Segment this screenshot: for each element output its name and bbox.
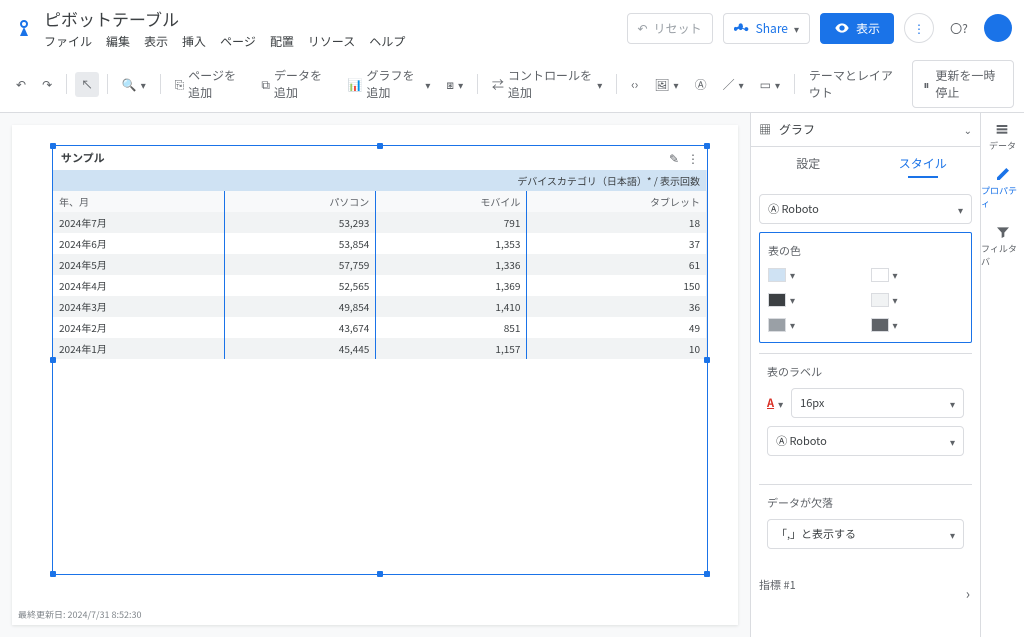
section-table-colors: 表の色 [768,243,963,259]
image-button[interactable]: 🖼▾ [648,72,684,97]
font-dropdown[interactable]: Ⓐ Roboto▾ [759,194,972,224]
section-metric-1: 指標 #1 [759,577,972,593]
doc-title[interactable]: ピボットテーブル [44,6,619,31]
column-group-header: デバイスカテゴリ（日本語）* / 表示回数 [53,170,707,191]
collapse-panel-icon[interactable]: › [966,584,970,604]
label-font-dropdown[interactable]: Ⓐ Roboto▾ [767,426,964,456]
zoom-button[interactable]: 🔍▾ [116,72,152,97]
table-row: 2024年5月57,7591,33661 [53,254,707,275]
menu-insert[interactable]: 挿入 [182,33,206,50]
undo-button[interactable]: ↶ [10,72,32,97]
border-color[interactable]: ▾ [871,317,964,332]
rail-properties[interactable]: プロパティ [981,166,1024,210]
missing-data-dropdown[interactable]: 「,」と表示する▾ [767,519,964,549]
section-missing-data: データが欠落 [767,495,964,511]
rail-data[interactable]: データ [989,121,1016,152]
menu-arrange[interactable]: 配置 [270,33,294,50]
section-table-labels: 表のラベル [767,364,964,380]
selected-component[interactable]: ✎ ⋮ サンプル デバイスカテゴリ（日本語）* / 表示回数 年、月 パソコン … [52,145,708,575]
edit-icon[interactable]: ✎ [669,150,679,167]
chart-type-icon[interactable]: ▦ [759,121,771,138]
add-data-button[interactable]: ⧉ データを追加 [255,63,337,105]
app-logo [12,16,36,40]
table-row: 2024年2月43,67485149 [53,317,707,338]
table-row: 2024年6月53,8541,35337 [53,233,707,254]
more-button[interactable]: ⋮ [904,13,934,43]
add-page-button[interactable]: ⎘ ページを追加 [169,63,252,105]
label-color[interactable]: A▾ [767,388,783,418]
help-button[interactable]: 〇? [944,13,974,43]
highlight-color[interactable]: ▾ [768,317,861,332]
label-size-dropdown[interactable]: 16px▾ [791,388,964,418]
select-tool[interactable]: ↖ [75,72,99,97]
pivot-table: デバイスカテゴリ（日本語）* / 表示回数 年、月 パソコン モバイル タブレッ… [53,170,707,359]
odd-row-color[interactable]: ▾ [768,292,861,307]
menu-help[interactable]: ヘルプ [369,33,405,50]
even-row-color[interactable]: ▾ [871,292,964,307]
pause-updates-button[interactable]: ⏸ 更新を一時停止 [912,60,1014,108]
avatar[interactable] [984,14,1012,42]
rail-filters[interactable]: フィルタバ [981,224,1024,268]
tab-style[interactable]: スタイル [866,147,981,186]
embed-button[interactable]: ‹› [625,72,644,97]
shape-button[interactable]: ▭▾ [754,72,786,97]
share-button[interactable]: Share▾ [723,13,810,44]
tab-setup[interactable]: 設定 [751,147,866,186]
theme-button[interactable]: テーマとレイアウト [803,63,905,105]
community-viz-button[interactable]: ⧆▾ [440,72,469,97]
menu-view[interactable]: 表示 [144,33,168,50]
table-row: 2024年3月49,8541,41036 [53,296,707,317]
cell-border-color[interactable]: ▾ [871,267,964,282]
redo-button[interactable]: ↷ [36,72,58,97]
header-bg-color[interactable]: ▾ [768,267,861,282]
menu-file[interactable]: ファイル [44,33,92,50]
table-row: 2024年1月45,4451,15710 [53,338,707,359]
chevron-down-icon[interactable]: ⌄ [964,122,972,137]
add-control-button[interactable]: ⇄ コントロールを追加▾ [486,63,608,105]
kebab-icon[interactable]: ⋮ [687,150,699,167]
table-row: 2024年4月52,5651,369150 [53,275,707,296]
table-title: サンプル [53,146,707,170]
last-updated: 最終更新日: 2024/7/31 8:52:30 [18,608,142,621]
menu-edit[interactable]: 編集 [106,33,130,50]
menu-resource[interactable]: リソース [308,33,355,50]
menu-page[interactable]: ページ [220,33,256,50]
menu-bar: ファイル 編集 表示 挿入 ページ 配置 リソース ヘルプ [44,33,619,50]
reset-button[interactable]: ↶ リセット [627,13,713,44]
text-button[interactable]: Ⓐ [689,72,713,97]
line-button[interactable]: ／▾ [717,72,750,97]
table-row: 2024年7月53,29379118 [53,212,707,233]
side-title: グラフ [779,121,956,138]
add-chart-button[interactable]: 📊 グラフを追加▾ [342,63,437,105]
view-button[interactable]: 表示 [820,13,894,44]
